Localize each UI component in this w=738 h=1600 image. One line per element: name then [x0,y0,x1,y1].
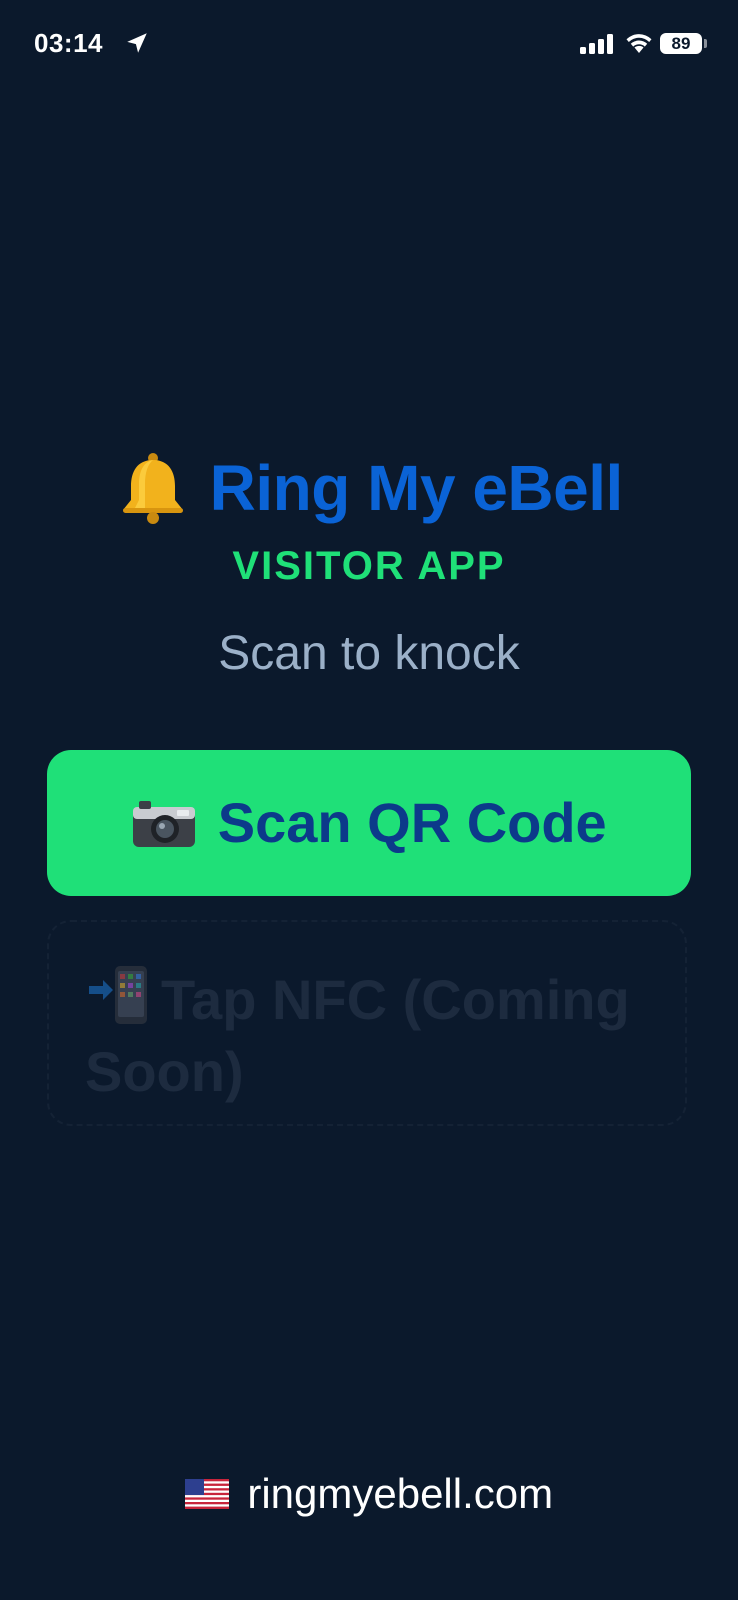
wifi-icon [626,34,652,53]
footer: ringmyebell.com [0,1470,738,1518]
status-bar: 03:14 89 [0,0,738,92]
tap-nfc-label: Tap NFC (Coming Soon) [85,968,630,1103]
app-subtitle: VISITOR APP [232,544,506,588]
title-row: Ring My eBell [0,450,738,530]
us-flag-icon [184,1479,229,1509]
bell-icon [123,453,184,524]
camera-icon [133,800,196,847]
battery-tip [704,39,707,48]
cellular-signal-icon [580,34,613,54]
website-link[interactable]: ringmyebell.com [247,1470,553,1518]
status-time: 03:14 [34,28,103,58]
tap-nfc-button: Tap NFC (Coming Soon) [47,920,687,1126]
scan-qr-button[interactable]: Scan QR Code [47,750,691,896]
scan-qr-label: Scan QR Code [217,790,607,854]
tagline: Scan to knock [218,627,520,680]
app-title: Ring My eBell [209,452,624,524]
battery-icon: 89 [660,33,702,54]
location-arrow-icon [127,33,147,53]
